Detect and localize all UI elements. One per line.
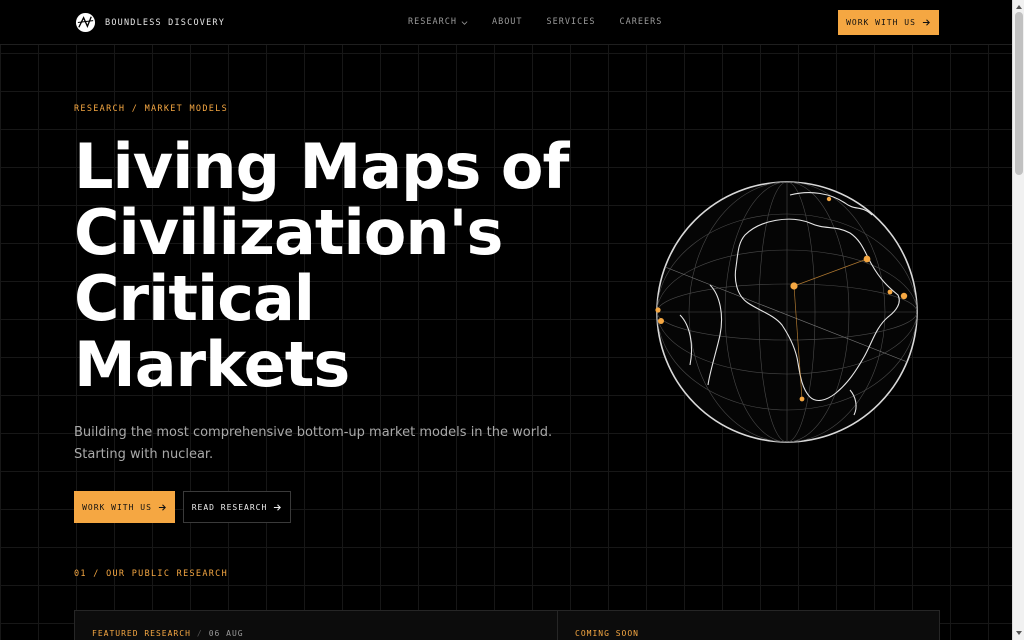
card-tag-label: COMING SOON [575,629,639,638]
hero-title-line: Markets [74,328,350,401]
card-tag: COMING SOON [575,629,639,638]
header-work-with-us-button[interactable]: WORK WITH US [838,10,939,35]
hero-title-line: Civilization's [74,196,503,269]
work-with-us-button[interactable]: WORK WITH US [74,491,175,523]
card-tag-label: FEATURED RESEARCH [92,629,191,638]
scrollbar-thumb[interactable] [1015,12,1023,175]
work-with-us-label: WORK WITH US [82,502,152,512]
arrow-right-icon [158,503,166,511]
breadcrumb: RESEARCH / MARKET MODELS [74,104,229,114]
nav-about[interactable]: ABOUT [492,17,523,27]
nav-research[interactable]: RESEARCH [408,17,468,27]
section-label: 01 / OUR PUBLIC RESEARCH [74,569,229,579]
chevron-down-icon [461,20,468,25]
card-tag: FEATURED RESEARCH/06 AUG [92,629,244,638]
nav-services[interactable]: SERVICES [547,17,596,27]
scroll-up-icon[interactable] [1015,3,1023,11]
read-research-label: READ RESEARCH [191,502,268,512]
coming-soon-card[interactable]: COMING SOON [558,610,940,640]
brand-name: BOUNDLESS DISCOVERY [105,17,226,28]
site-header: BOUNDLESS DISCOVERY RESEARCH ABOUT SERVI… [0,0,1012,45]
page-scrollbar[interactable] [1012,0,1024,640]
hero-title-line: Critical [74,262,315,335]
scroll-down-icon[interactable] [1015,629,1023,637]
nav-services-label: SERVICES [546,17,596,27]
arrow-right-icon [274,503,282,511]
read-research-button[interactable]: READ RESEARCH [183,491,291,523]
hero-subtitle-line: Building the most comprehensive bottom-u… [74,425,553,440]
hero-title: Living Maps of Civilization's Critical M… [74,134,634,398]
globe-illustration [655,181,918,443]
hero-subtitle: Building the most comprehensive bottom-u… [74,422,554,466]
arrow-right-icon [922,19,930,26]
brand-logo[interactable]: BOUNDLESS DISCOVERY [75,12,225,33]
globe-logo-icon [75,12,96,33]
nav-careers[interactable]: CAREERS [620,17,663,27]
research-cards: FEATURED RESEARCH/06 AUG COMING SOON [74,610,940,640]
nav-research-label: RESEARCH [408,17,457,27]
nav-careers-label: CAREERS [619,17,663,27]
hero-subtitle-line: Starting with nuclear. [74,447,214,462]
featured-research-card[interactable]: FEATURED RESEARCH/06 AUG [74,610,558,640]
header-cta-label: WORK WITH US [846,18,916,27]
hero-title-line: Living Maps of [74,130,570,203]
card-date: 06 AUG [208,629,244,638]
nav-about-label: ABOUT [491,17,523,27]
main-nav: RESEARCH ABOUT SERVICES CAREERS [408,17,662,27]
